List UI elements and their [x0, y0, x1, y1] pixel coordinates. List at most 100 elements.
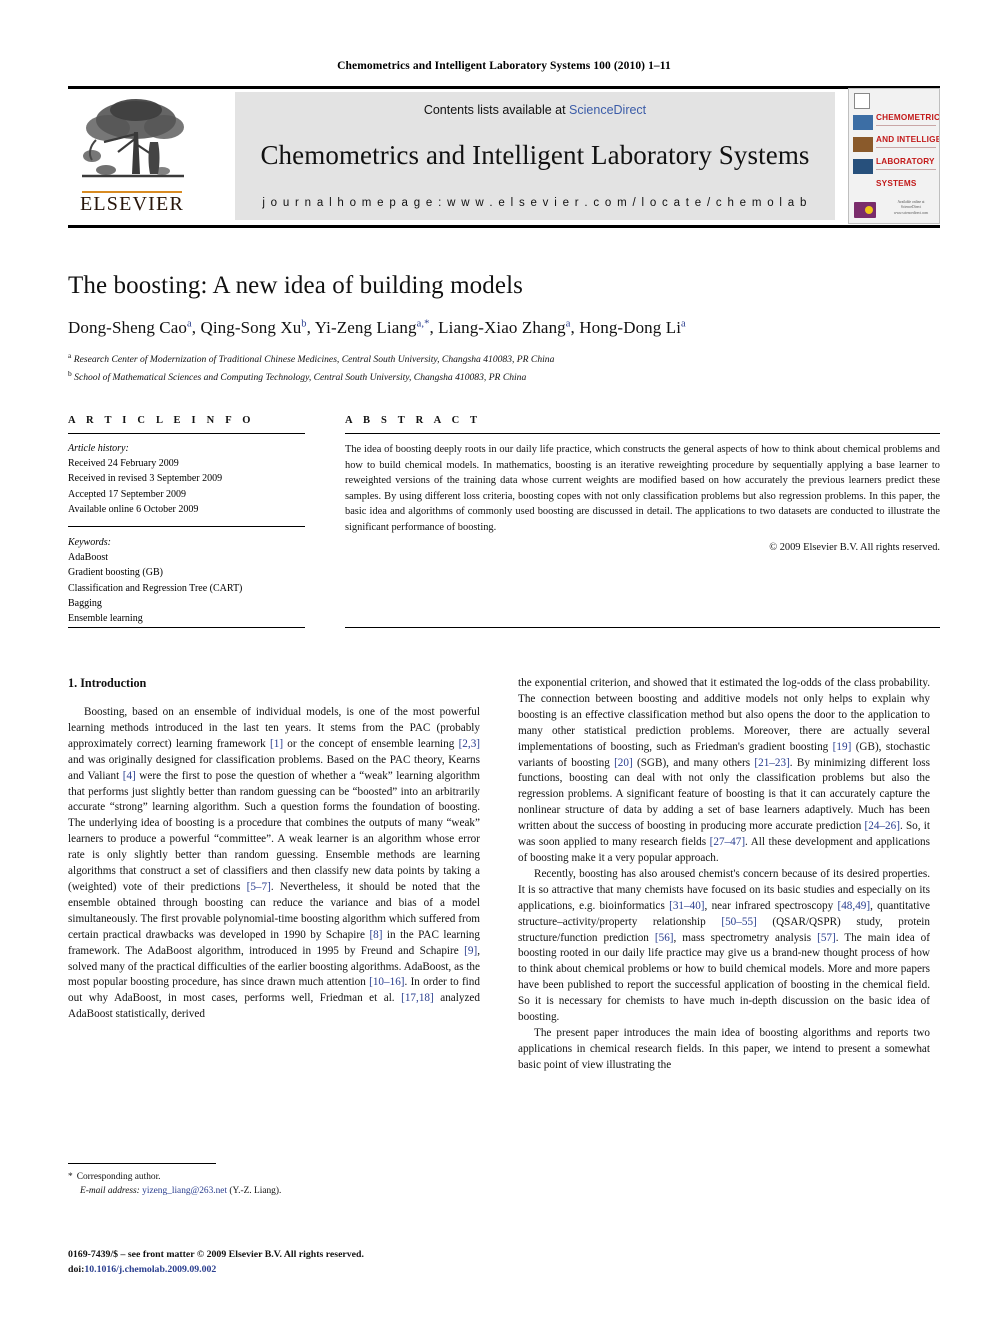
- affiliation-b-text: School of Mathematical Sciences and Comp…: [74, 372, 527, 384]
- masthead-panel: Contents lists available at ScienceDirec…: [235, 92, 835, 220]
- affiliation-a: a Research Center of Modernization of Tr…: [68, 350, 940, 368]
- citation-ref[interactable]: [5–7]: [247, 881, 271, 893]
- author-4: Liang-Xiao Zhanga: [438, 318, 571, 337]
- info-bottom-rule: [68, 627, 305, 628]
- cover-image-swatch-2: [853, 137, 873, 152]
- citation-ref[interactable]: [56]: [655, 932, 674, 944]
- affil-marker-b: b: [301, 318, 307, 330]
- article-info-divider: [68, 525, 305, 527]
- text-run: (SGB), and many others: [632, 756, 755, 769]
- footnote-corresponding-author: * Corresponding author.: [68, 1170, 480, 1184]
- affiliation-b: b School of Mathematical Sciences and Co…: [68, 368, 940, 386]
- cover-line-2: AND INTELLIGENT: [876, 135, 939, 144]
- citation-ref[interactable]: [27–47]: [710, 836, 745, 848]
- cover-line-4: SYSTEMS: [876, 179, 917, 188]
- text-run: or the concept of ensemble learning: [283, 737, 459, 750]
- article-history-label: Article history:: [68, 443, 129, 454]
- imprint-line: 0169-7439/$ – see front matter © 2009 El…: [68, 1249, 364, 1260]
- cover-rule-1: [876, 125, 936, 126]
- cover-footer-line-3: www.sciencedirect.com: [893, 210, 929, 215]
- citation-ref[interactable]: [8]: [369, 929, 382, 941]
- masthead-top-rule: [68, 86, 940, 89]
- text-run: . The main idea of boosting rooted in ou…: [518, 931, 931, 1024]
- affil-marker-a-star: a,*: [416, 318, 430, 330]
- author-5: Hong-Dong Lia: [579, 318, 686, 337]
- doi-link[interactable]: 10.1016/j.chemolab.2009.09.002: [84, 1264, 216, 1275]
- cover-line-1: CHEMOMETRICS: [876, 113, 940, 122]
- article-info-column: A R T I C L E I N F O Article history: R…: [68, 415, 305, 626]
- elsevier-logo: ELSEVIER: [68, 92, 196, 220]
- citation-ref[interactable]: [2,3]: [459, 738, 480, 750]
- journal-title: Chemometrics and Intelligent Laboratory …: [260, 139, 810, 170]
- citation-ref[interactable]: [20]: [614, 757, 633, 769]
- title-block: The boosting: A new idea of building mod…: [68, 272, 940, 386]
- contents-available-line: Contents lists available at ScienceDirec…: [424, 103, 646, 117]
- citation-ref[interactable]: [57]: [817, 932, 836, 944]
- history-item: Received in revised 3 September 2009: [68, 473, 223, 485]
- keyword-item: Bagging: [68, 597, 102, 609]
- email-label: E-mail address:: [80, 1186, 140, 1197]
- email-owner: (Y.-Z. Liang).: [229, 1186, 282, 1197]
- paragraph-intro-2: Recently, boosting has also aroused chem…: [518, 867, 930, 1026]
- cover-footer: Available online at ScienceDirect www.sc…: [888, 200, 934, 216]
- cover-badge: [854, 202, 876, 218]
- doi-line: doi:10.1016/j.chemolab.2009.09.002: [68, 1263, 528, 1278]
- page-title: The boosting: A new idea of building mod…: [68, 272, 523, 299]
- citation-ref[interactable]: [48,49]: [837, 900, 870, 912]
- author-3: Yi-Zeng Lianga,*: [314, 318, 430, 337]
- citation-ref[interactable]: [31–40]: [669, 900, 704, 912]
- body-column-left: 1. Introduction Boosting, based on an en…: [68, 676, 480, 1023]
- journal-homepage-link[interactable]: j o u r n a l h o m e p a g e : w w w . …: [262, 197, 807, 209]
- footnote-rule: [68, 1163, 216, 1164]
- abstract-copyright: © 2009 Elsevier B.V. All rights reserved…: [769, 541, 940, 553]
- cover-rule-2: [876, 147, 936, 148]
- citation-ref[interactable]: [10–16]: [369, 976, 404, 988]
- journal-cover-thumbnail: CHEMOMETRICS AND INTELLIGENT LABORATORY …: [848, 88, 940, 224]
- email-link[interactable]: yizeng_liang@263.net: [142, 1186, 227, 1196]
- citation-ref[interactable]: [24–26]: [865, 820, 900, 832]
- contents-prefix: Contents lists available at: [423, 103, 570, 117]
- affil-marker-a: a: [186, 318, 192, 330]
- cover-badge-dot: [865, 206, 873, 214]
- author-2: Qing-Song Xub: [200, 318, 307, 337]
- paragraph-intro-1: Boosting, based on an ensemble of indivi…: [68, 705, 480, 1023]
- keyword-item: Ensemble learning: [68, 612, 143, 624]
- keywords-group: Keywords: AdaBoost Gradient boosting (GB…: [68, 535, 305, 626]
- article-info-rule: [68, 433, 305, 434]
- body-column-right: the exponential criterion, and showed th…: [518, 676, 930, 1074]
- asterisk-icon: *: [68, 1172, 73, 1182]
- citation-ref[interactable]: [17,18]: [401, 992, 434, 1004]
- affiliations: a Research Center of Modernization of Tr…: [68, 350, 940, 386]
- citation-ref[interactable]: [50–55]: [721, 916, 756, 928]
- keyword-item: AdaBoost: [68, 552, 108, 564]
- keywords-label: Keywords:: [68, 536, 111, 548]
- keyword-item: Gradient boosting (GB): [68, 567, 163, 579]
- footnote-email: E-mail address: yizeng_liang@263.net (Y.…: [68, 1184, 480, 1198]
- elsevier-wordmark: ELSEVIER: [79, 193, 185, 215]
- abstract-column: A B S T R A C T The idea of boosting dee…: [345, 415, 940, 553]
- footnote-block: * Corresponding author. E-mail address: y…: [68, 1170, 480, 1198]
- text-run: were the first to pose the question of w…: [68, 769, 480, 893]
- paragraph-intro-3: The present paper introduces the main id…: [518, 1026, 930, 1071]
- journal-masthead: ELSEVIER Contents lists available at Sci…: [68, 86, 940, 228]
- cover-image-swatch-1: [853, 115, 873, 130]
- affil-marker-a-3: a: [681, 318, 686, 330]
- doi-label: doi:: [68, 1263, 85, 1275]
- citation-ref[interactable]: [4]: [123, 770, 136, 782]
- citation-ref[interactable]: [9]: [464, 945, 477, 957]
- sciencedirect-link[interactable]: ScienceDirect: [569, 103, 646, 117]
- author-list: Dong-Sheng Caoa, Qing-Song Xub, Yi-Zeng …: [68, 318, 686, 337]
- citation-ref[interactable]: [21–23]: [754, 757, 789, 769]
- text-run: , mass spectrometry analysis: [673, 931, 818, 944]
- abstract-bottom-rule: [345, 627, 940, 628]
- affiliation-a-text: Research Center of Modernization of Trad…: [73, 354, 555, 366]
- section-title-introduction: 1. Introduction: [68, 676, 147, 690]
- history-item: Received 24 February 2009: [68, 458, 179, 470]
- paper-page: Chemometrics and Intelligent Laboratory …: [0, 0, 992, 1323]
- abstract-text: The idea of boosting deeply roots in our…: [345, 444, 940, 534]
- abstract-heading: A B S T R A C T: [345, 415, 482, 426]
- citation-ref[interactable]: [1]: [270, 738, 283, 750]
- imprint-block: 0169-7439/$ – see front matter © 2009 El…: [68, 1248, 528, 1277]
- elsevier-tree-icon: [82, 99, 184, 178]
- citation-ref[interactable]: [19]: [833, 741, 852, 753]
